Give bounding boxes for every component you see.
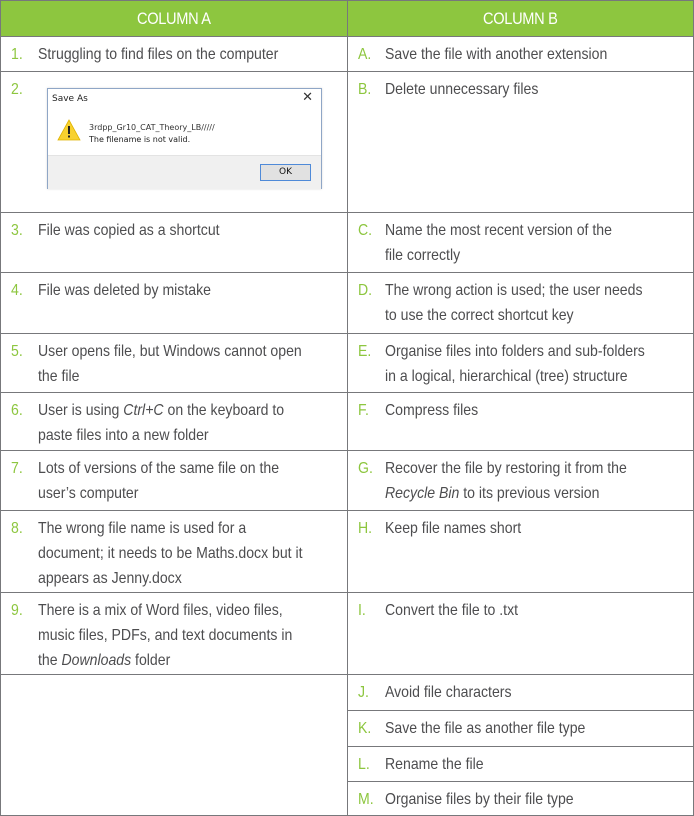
item-letter: K. [358,720,372,737]
column-a-item-5: 5. User opens file, but Windows cannot o… [0,333,348,393]
column-a-item-4: 4. File was deleted by mistake [0,272,348,334]
column-b-item-a: A. Save the file with another extension [347,36,694,72]
item-text: File was deleted by mistake [38,282,211,299]
item-number: 1. [11,46,23,63]
close-icon[interactable]: ✕ [302,90,313,105]
column-a-header: COLUMN A [0,0,348,37]
item-text: User is using Ctrl+C on the keyboard to … [38,402,285,444]
item-letter: C. [358,222,373,239]
item-letter: I. [358,602,366,619]
item-letter: E. [358,343,372,360]
item-number: 7. [11,460,23,477]
column-a-item-9: 9. There is a mix of Word files, video f… [0,592,348,675]
item-text: Name the most recent version of the file… [385,222,612,264]
item-text: Save the file with another extension [385,46,608,63]
column-b-item-j: J. Avoid file characters [347,674,694,711]
item-number: 2. [11,81,23,98]
item-letter: J. [358,684,369,701]
item-letter: M. [358,791,374,808]
dialog-message: The filename is not valid. [89,135,191,144]
item-letter: G. [358,460,373,477]
item-text: Avoid file characters [385,684,512,701]
item-text: Organise files by their file type [385,791,574,808]
item-text: The wrong action is used; the user needs… [385,282,643,324]
item-text: User opens file, but Windows cannot open… [38,343,302,385]
dialog-footer: OK [48,155,321,189]
item-text: Struggling to find files on the computer [38,46,279,63]
column-b-item-e: E. Organise files into folders and sub-f… [347,333,694,393]
item-text: Save the file as another file type [385,720,586,737]
item-letter: B. [358,81,372,98]
dialog-body: 3rdpp_Gr10_CAT_Theory_LB///// The filena… [48,107,321,155]
item-number: 4. [11,282,23,299]
column-b-item-m: M. Organise files by their file type [347,781,694,816]
item-text: The wrong file name is used for a docume… [38,520,303,587]
column-b-item-i: I. Convert the file to .txt [347,592,694,675]
item-text: Lots of versions of the same file on the… [38,460,280,502]
item-letter: F. [358,402,369,419]
item-letter: D. [358,282,373,299]
ok-button[interactable]: OK [260,164,311,181]
column-b-item-d: D. The wrong action is used; the user ne… [347,272,694,334]
column-b-item-g: G. Recover the file by restoring it from… [347,450,694,511]
column-a-item-3: 3. File was copied as a shortcut [0,212,348,273]
matching-table: COLUMN A COLUMN B 1. Struggling to find … [0,0,694,816]
item-number: 6. [11,402,23,419]
column-b-item-b: B. Delete unnecessary files [347,71,694,213]
column-b-item-c: C. Name the most recent version of the f… [347,212,694,273]
item-text: Delete unnecessary files [385,81,539,98]
item-letter: L. [358,756,370,773]
column-a-header-label: COLUMN A [137,9,211,28]
column-b-item-k: K. Save the file as another file type [347,710,694,747]
item-letter: H. [358,520,373,537]
item-text: Compress files [385,402,479,419]
column-b-item-l: L. Rename the file [347,746,694,782]
item-number: 9. [11,602,23,619]
item-text: Rename the file [385,756,484,773]
item-text: There is a mix of Word files, video file… [38,602,293,669]
column-a-item-1: 1. Struggling to find files on the compu… [0,36,348,72]
column-b-item-f: F. Compress files [347,392,694,451]
dialog-title: Save As [52,94,88,104]
column-a-item-6: 6. User is using Ctrl+C on the keyboard … [0,392,348,451]
item-text: Organise files into folders and sub-fold… [385,343,645,385]
column-b-item-h: H. Keep file names short [347,510,694,593]
item-text: Recover the file by restoring it from th… [385,460,627,502]
save-as-error-dialog: Save As ✕ 3rdpp_Gr10_CAT_Theory_LB///// … [47,88,322,189]
dialog-filename: 3rdpp_Gr10_CAT_Theory_LB///// [89,123,215,132]
column-a-item-8: 8. The wrong file name is used for a doc… [0,510,348,593]
column-a-item-7: 7. Lots of versions of the same file on … [0,450,348,511]
column-b-header: COLUMN B [347,0,694,37]
item-text: Keep file names short [385,520,522,537]
column-a-empty-cell [0,674,348,816]
item-number: 3. [11,222,23,239]
item-number: 5. [11,343,23,360]
item-number: 8. [11,520,23,537]
item-text: File was copied as a shortcut [38,222,220,239]
column-b-header-label: COLUMN B [483,9,558,28]
item-text: Convert the file to .txt [385,602,519,619]
item-letter: A. [358,46,372,63]
warning-icon [57,119,81,141]
